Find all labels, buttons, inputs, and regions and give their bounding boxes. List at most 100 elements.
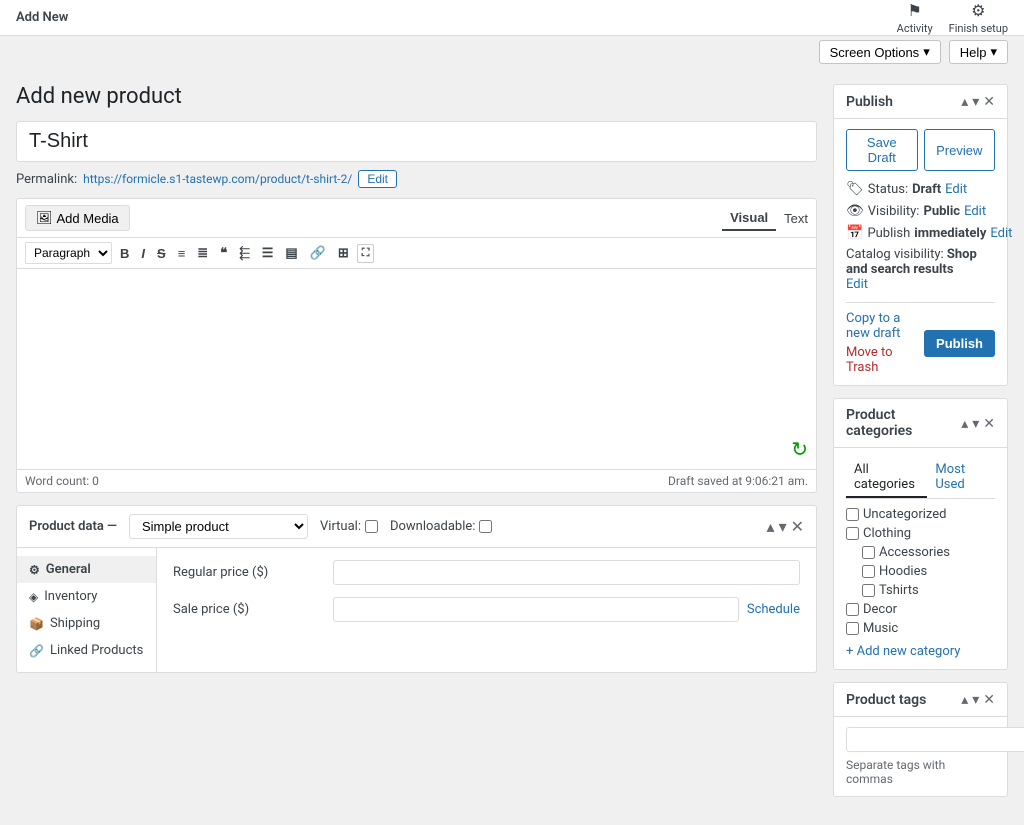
blockquote-btn[interactable]: ❝ bbox=[216, 243, 231, 263]
product-data-header: Product data — Simple product Grouped pr… bbox=[17, 506, 816, 548]
publish-time-edit-link[interactable]: Edit bbox=[990, 226, 1012, 241]
tags-box: Product tags ▴ ▾ ✕ Add Separate tags wit… bbox=[833, 682, 1008, 797]
inventory-tab-label: Inventory bbox=[44, 589, 97, 604]
cat-clothing-checkbox[interactable] bbox=[846, 527, 859, 540]
catalog-edit-link[interactable]: Edit bbox=[846, 277, 868, 292]
activity-btn[interactable]: ⚑ Activity bbox=[897, 1, 933, 35]
categories-controls: ▴ ▾ ✕ bbox=[961, 415, 995, 432]
catalog-visibility-row: Catalog visibility: Shop and search resu… bbox=[846, 247, 995, 292]
publish-time-row: 📅 Publish immediately Edit bbox=[846, 225, 995, 241]
regular-price-label: Regular price ($) bbox=[173, 565, 333, 580]
tags-collapse-down[interactable]: ▾ bbox=[972, 691, 979, 708]
preview-btn[interactable]: Preview bbox=[924, 129, 996, 171]
tags-title: Product tags bbox=[846, 692, 926, 708]
add-media-btn[interactable]: 🖼 Add Media bbox=[25, 205, 130, 231]
cat-accessories[interactable]: Accessories bbox=[846, 545, 995, 560]
product-title-input[interactable] bbox=[16, 121, 817, 162]
cat-clothing[interactable]: Clothing bbox=[846, 526, 995, 541]
permalink-edit-btn[interactable]: Edit bbox=[358, 170, 397, 188]
draft-saved: Draft saved at 9:06:21 am. bbox=[668, 474, 808, 488]
virtual-checkbox[interactable] bbox=[365, 520, 378, 533]
link-btn[interactable]: 🔗 bbox=[306, 243, 330, 263]
product-type-select[interactable]: Simple product Grouped product External/… bbox=[129, 514, 308, 539]
publish-close[interactable]: ✕ bbox=[983, 93, 995, 110]
tab-linked-products[interactable]: 🔗 Linked Products bbox=[17, 637, 156, 664]
all-categories-tab[interactable]: All categories bbox=[846, 458, 927, 498]
cat-decor-checkbox[interactable] bbox=[846, 603, 859, 616]
cat-decor[interactable]: Decor bbox=[846, 602, 995, 617]
visual-tab[interactable]: Visual bbox=[722, 206, 776, 231]
add-new-category-link[interactable]: + Add new category bbox=[846, 644, 995, 659]
status-edit-link[interactable]: Edit bbox=[945, 182, 967, 197]
ordered-list-btn[interactable]: ≣ bbox=[193, 243, 212, 263]
cat-uncategorized-checkbox[interactable] bbox=[846, 508, 859, 521]
align-left-btn[interactable]: ⬱ bbox=[235, 243, 254, 263]
copy-draft-link[interactable]: Copy to a new draft bbox=[846, 311, 924, 341]
align-right-btn[interactable]: ▤ bbox=[281, 243, 301, 263]
visibility-edit-link[interactable]: Edit bbox=[964, 204, 986, 219]
tags-collapse-up[interactable]: ▴ bbox=[961, 691, 968, 708]
cat-collapse-up[interactable]: ▴ bbox=[961, 415, 968, 432]
help-btn[interactable]: Help ▾ bbox=[949, 40, 1008, 64]
cat-music[interactable]: Music bbox=[846, 621, 995, 636]
most-used-tab[interactable]: Most Used bbox=[927, 458, 995, 498]
editor-toolbar: Paragraph B I S ≡ ≣ ❝ ⬱ ☰ ▤ 🔗 ⊞ ⛶ bbox=[17, 238, 816, 269]
product-data-panel: Regular price ($) Sale price ($) Schedul… bbox=[157, 548, 816, 672]
paragraph-select[interactable]: Paragraph bbox=[25, 242, 112, 264]
align-center-btn[interactable]: ☰ bbox=[258, 243, 278, 263]
sale-price-label: Sale price ($) bbox=[173, 602, 333, 617]
schedule-link[interactable]: Schedule bbox=[747, 602, 800, 617]
downloadable-checkbox[interactable] bbox=[479, 520, 492, 533]
sidebar-column: Publish ▴ ▾ ✕ Save Draft Preview 🏷 Statu… bbox=[833, 84, 1008, 809]
resize-btn[interactable]: ↻ bbox=[791, 437, 808, 461]
finish-setup-btn[interactable]: ⚙ Finish setup bbox=[949, 1, 1008, 35]
chevron-down-icon-help: ▾ bbox=[990, 44, 997, 60]
tags-body: Add Separate tags with commas bbox=[834, 717, 1007, 796]
publish-box-controls: ▴ ▾ ✕ bbox=[961, 93, 995, 110]
tab-inventory[interactable]: ◈ Inventory bbox=[17, 583, 156, 610]
product-data-body: ⚙ General ◈ Inventory 📦 Shipping 🔗 Linke… bbox=[17, 548, 816, 672]
insert-btn[interactable]: ⊞ bbox=[334, 243, 353, 263]
close-btn[interactable]: ✕ bbox=[791, 517, 804, 537]
admin-bar-right: ⚑ Activity ⚙ Finish setup bbox=[897, 1, 1008, 35]
move-trash-link[interactable]: Move to Trash bbox=[846, 345, 893, 375]
cat-hoodies[interactable]: Hoodies bbox=[846, 564, 995, 579]
tab-general[interactable]: ⚙ General bbox=[17, 556, 156, 583]
publish-collapse-up[interactable]: ▴ bbox=[961, 93, 968, 110]
cat-collapse-down[interactable]: ▾ bbox=[972, 415, 979, 432]
admin-bar: Add New ⚑ Activity ⚙ Finish setup bbox=[0, 0, 1024, 36]
save-draft-btn[interactable]: Save Draft bbox=[846, 129, 918, 171]
add-new-label[interactable]: Add New bbox=[16, 10, 68, 25]
sale-price-row: Sale price ($) Schedule bbox=[173, 597, 800, 622]
publish-btn[interactable]: Publish bbox=[924, 330, 995, 357]
italic-btn[interactable]: I bbox=[137, 244, 149, 263]
publish-collapse-down[interactable]: ▾ bbox=[972, 93, 979, 110]
regular-price-input[interactable] bbox=[333, 560, 800, 585]
collapse-down-btn[interactable]: ▾ bbox=[779, 517, 787, 537]
sale-price-input[interactable] bbox=[333, 597, 739, 622]
cat-hoodies-checkbox[interactable] bbox=[862, 565, 875, 578]
strikethrough-btn[interactable]: S bbox=[153, 244, 170, 263]
text-tab[interactable]: Text bbox=[776, 206, 816, 231]
cat-close[interactable]: ✕ bbox=[983, 415, 995, 432]
screen-options-btn[interactable]: Screen Options ▾ bbox=[819, 40, 941, 64]
collapse-up-btn[interactable]: ▴ bbox=[767, 517, 775, 537]
finish-setup-icon: ⚙ bbox=[971, 1, 985, 20]
cat-tshirts-checkbox[interactable] bbox=[862, 584, 875, 597]
permalink-link[interactable]: https://formicle.s1-tastewp.com/product/… bbox=[83, 172, 352, 186]
cat-accessories-checkbox[interactable] bbox=[862, 546, 875, 559]
editor-body[interactable]: ↻ bbox=[17, 269, 816, 469]
cat-music-checkbox[interactable] bbox=[846, 622, 859, 635]
tag-input[interactable] bbox=[846, 727, 1024, 752]
category-list: Uncategorized Clothing Accessories Hoodi… bbox=[846, 507, 995, 636]
tag-input-row: Add bbox=[846, 727, 995, 752]
fullscreen-btn[interactable]: ⛶ bbox=[357, 244, 375, 263]
cat-tshirts[interactable]: Tshirts bbox=[846, 583, 995, 598]
bold-btn[interactable]: B bbox=[116, 244, 133, 263]
tags-close[interactable]: ✕ bbox=[983, 691, 995, 708]
unordered-list-btn[interactable]: ≡ bbox=[174, 244, 190, 263]
publish-when: immediately bbox=[914, 226, 986, 241]
tab-shipping[interactable]: 📦 Shipping bbox=[17, 610, 156, 637]
cat-uncategorized[interactable]: Uncategorized bbox=[846, 507, 995, 522]
publish-box-header: Publish ▴ ▾ ✕ bbox=[834, 85, 1007, 119]
